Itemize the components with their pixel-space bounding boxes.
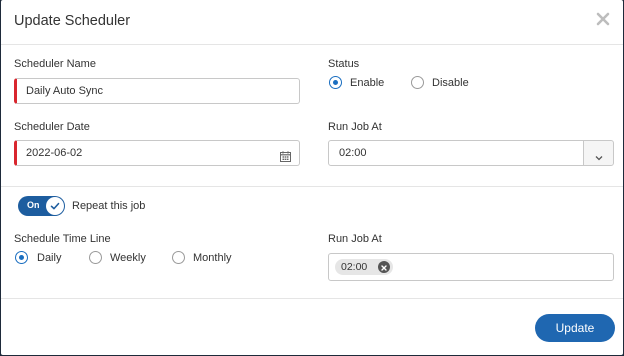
status-disable-radio[interactable] (411, 76, 424, 89)
scheduler-date-label: Scheduler Date (14, 121, 90, 133)
timeline-monthly-label: Monthly (193, 252, 232, 264)
schedule-timeline-label: Schedule Time Line (14, 233, 111, 245)
status-enable-radio[interactable] (329, 76, 342, 89)
timeline-daily-radio[interactable] (15, 251, 28, 264)
run-job-at-select[interactable]: 02:00 (328, 140, 584, 166)
footer-divider (1, 298, 623, 299)
timeline-weekly-label: Weekly (110, 252, 146, 264)
run-job-at-dropdown-button[interactable] (583, 140, 614, 166)
timeline-daily-label: Daily (37, 252, 62, 264)
repeat-toggle-text: On (27, 200, 40, 210)
section-divider (1, 186, 623, 187)
status-label: Status (328, 58, 360, 70)
time-chip: 02:00 (335, 259, 393, 275)
status-disable-label: Disable (432, 77, 469, 89)
status-enable-label: Enable (350, 77, 385, 89)
update-scheduler-dialog: Update Scheduler Scheduler Name Daily Au… (1, 0, 623, 355)
update-button[interactable]: Update (535, 314, 615, 342)
calendar-icon[interactable] (280, 147, 291, 162)
time-chip-text: 02:00 (341, 261, 368, 273)
scheduler-date-value: 2022-06-02 (26, 147, 83, 159)
chevron-down-icon (594, 149, 604, 167)
run-job-at-label: Run Job At (328, 121, 382, 133)
scheduler-name-label: Scheduler Name (14, 58, 96, 70)
check-icon (46, 197, 64, 215)
scheduler-date-input[interactable]: 2022-06-02 (14, 140, 300, 166)
repeat-toggle[interactable]: On (18, 196, 65, 216)
scheduler-name-input[interactable]: Daily Auto Sync (14, 78, 300, 104)
dialog-header: Update Scheduler (1, 0, 623, 45)
timeline-monthly-radio[interactable] (172, 251, 185, 264)
run-job-at-multi-label: Run Job At (328, 233, 382, 245)
remove-chip-icon[interactable] (378, 261, 390, 273)
repeat-job-label: Repeat this job (72, 200, 146, 212)
dialog-title: Update Scheduler (14, 13, 131, 29)
timeline-weekly-radio[interactable] (89, 251, 102, 264)
close-icon[interactable] (595, 11, 611, 27)
